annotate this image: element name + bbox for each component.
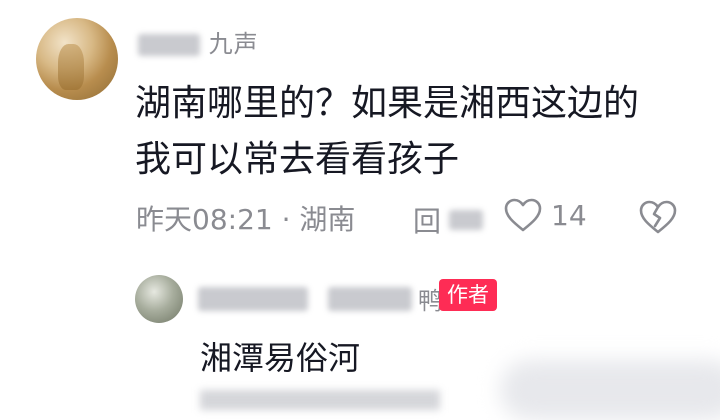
- redacted-name-part: [138, 34, 200, 56]
- comment-text-line-2: 我可以常去看看孩子: [135, 139, 460, 180]
- username-visible-part: 九声: [208, 30, 259, 58]
- reply-avatar[interactable]: [135, 275, 183, 323]
- like-button[interactable]: 14: [503, 197, 587, 233]
- redacted-name-part: [328, 286, 412, 311]
- comment-author-name[interactable]: 九声: [138, 24, 259, 59]
- comment-text-line-1: 湖南哪里的？如果是湘西这边的: [135, 83, 640, 124]
- comment-timestamp-location: 昨天08:21 · 湖南: [136, 203, 356, 236]
- broken-heart-icon: [639, 200, 677, 234]
- reply-meta-obscured: [200, 390, 440, 410]
- author-badge: 作者: [439, 279, 497, 311]
- like-count: 14: [551, 198, 587, 232]
- reply-label: 回: [413, 205, 442, 238]
- heart-icon: [504, 198, 542, 232]
- blur-overlay: [500, 360, 720, 420]
- redacted-name-part: [198, 286, 308, 311]
- reply-button[interactable]: 回: [413, 200, 484, 240]
- dislike-button[interactable]: [638, 199, 678, 239]
- avatar[interactable]: [36, 18, 118, 100]
- reply-author-name[interactable]: 鸭: [198, 281, 442, 316]
- redacted-reply-part: [449, 210, 484, 230]
- reply-text: 湘潭易俗河: [200, 339, 361, 377]
